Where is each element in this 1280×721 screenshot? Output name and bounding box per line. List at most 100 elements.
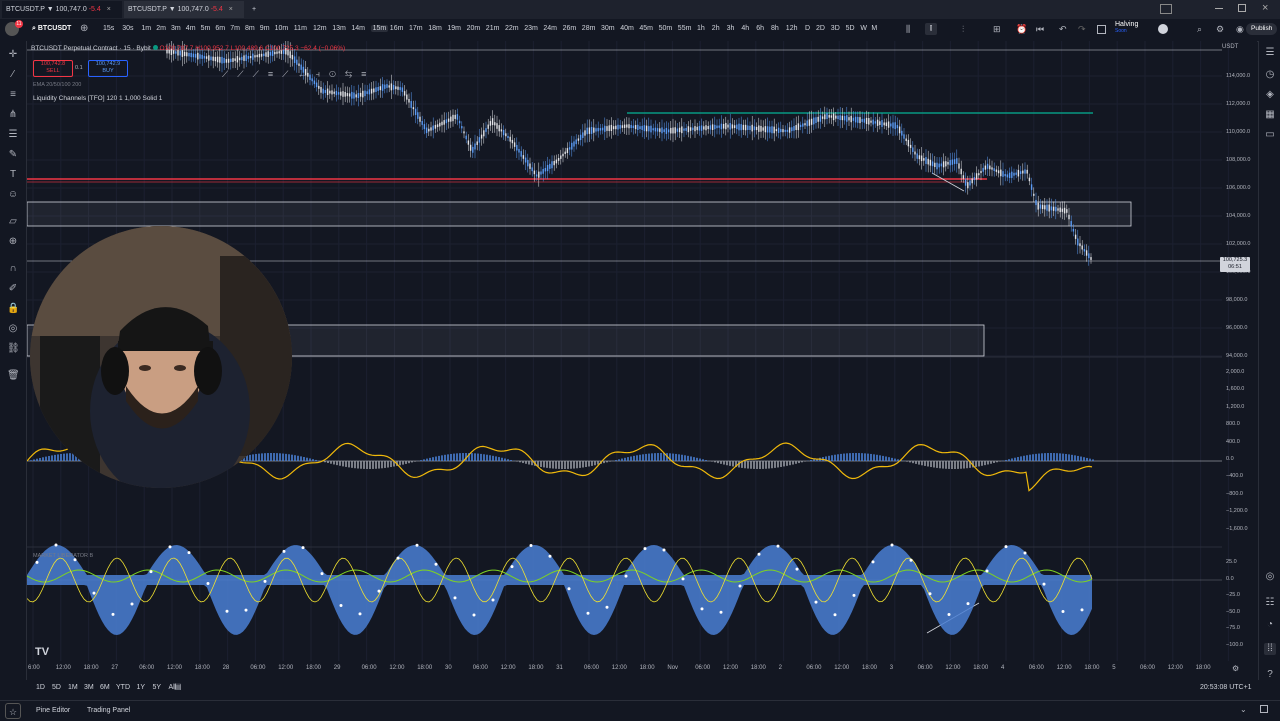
text-tool-icon[interactable]: T	[7, 169, 19, 181]
redo-icon[interactable]: ↷	[1078, 24, 1086, 35]
link-icon[interactable]: ⛓	[7, 343, 19, 355]
timeframe-20m[interactable]: 20m	[467, 25, 481, 32]
timeframe-9m[interactable]: 9m	[260, 25, 270, 32]
collapse-panel-icon[interactable]: ⌄	[1240, 705, 1247, 714]
timeframe-15m[interactable]: 15m	[371, 25, 389, 32]
timeframe-16m[interactable]: 16m	[390, 25, 404, 32]
ideas-icon[interactable]: ☷	[1264, 597, 1276, 609]
timeframe-3h[interactable]: 3h	[727, 25, 735, 32]
pattern-icon[interactable]: ☺	[7, 189, 19, 201]
timeframe-3m[interactable]: 3m	[171, 25, 181, 32]
halving-countdown[interactable]: Halving Soon	[1115, 21, 1138, 34]
maximize-panel-icon[interactable]	[1260, 705, 1268, 713]
timeframe-14m[interactable]: 14m	[351, 25, 365, 32]
tab-2-close-icon[interactable]: ×	[229, 6, 233, 13]
timeframe-D[interactable]: D	[805, 25, 810, 32]
indicators-icon[interactable]: ⫶	[962, 24, 964, 35]
timeframe-21m[interactable]: 21m	[486, 25, 500, 32]
window-cast-icon[interactable]	[1160, 4, 1172, 14]
timeframe-24m[interactable]: 24m	[543, 25, 557, 32]
trend-line-icon[interactable]: ⁄	[7, 69, 19, 81]
chat-icon[interactable]: ▭	[1264, 129, 1276, 141]
timeframe-7m[interactable]: 7m	[230, 25, 240, 32]
timeframe-50m[interactable]: 50m	[659, 25, 673, 32]
trash-icon[interactable]: 🗑	[7, 370, 19, 382]
candles-icon[interactable]: ⫾	[925, 23, 937, 35]
timeframe-19m[interactable]: 19m	[447, 25, 461, 32]
range-3M[interactable]: 3M	[84, 684, 94, 691]
fullscreen-icon[interactable]	[1097, 25, 1106, 34]
layers-icon[interactable]: ◈	[1264, 89, 1276, 101]
utc-clock[interactable]: 20:53:08 UTC+1	[1200, 684, 1252, 691]
timeframe-W[interactable]: W	[860, 25, 867, 32]
trading-panel-tab[interactable]: Trading Panel	[87, 707, 130, 714]
timeframe-55m[interactable]: 55m	[678, 25, 692, 32]
watchlist-star-icon[interactable]: ☆	[5, 703, 21, 719]
timeframe-22m[interactable]: 22m	[505, 25, 519, 32]
close-window-icon[interactable]: ×	[1262, 2, 1268, 14]
publish-button[interactable]: Publish	[1246, 23, 1277, 35]
timeframe-4h[interactable]: 4h	[741, 25, 749, 32]
range-5D[interactable]: 5D	[52, 684, 61, 691]
floating-drawing-toolbar[interactable]: ⟋⟋⟋≡⟋←⫞⊙⇆≡	[222, 69, 417, 85]
timeframe-1m[interactable]: 1m	[141, 25, 151, 32]
range-1D[interactable]: 1D	[36, 684, 45, 691]
timeframe-40m[interactable]: 40m	[620, 25, 634, 32]
undo-icon[interactable]: ↶	[1059, 24, 1067, 35]
timeframe-17m[interactable]: 17m	[409, 25, 423, 32]
axis-settings-gear-icon[interactable]: ⚙	[1232, 664, 1239, 673]
watchlist-icon[interactable]: ☰	[1264, 47, 1276, 59]
timeframe-2D[interactable]: 2D	[816, 25, 825, 32]
fib-retracement-icon[interactable]: ☰	[7, 129, 19, 141]
tab-1-close-icon[interactable]: ×	[107, 6, 111, 13]
notifications-icon[interactable]: ◔	[1264, 619, 1276, 631]
date-range-calendar-icon[interactable]: ▤	[174, 682, 182, 691]
range-5Y[interactable]: 5Y	[153, 684, 162, 691]
timeframe-M[interactable]: M	[871, 25, 877, 32]
apps-grid-icon[interactable]: ⁞⁞	[1264, 643, 1276, 655]
compare-symbol-icon[interactable]: ⊕	[80, 23, 88, 34]
theme-toggle-icon[interactable]	[1158, 24, 1168, 34]
range-1Y[interactable]: 1Y	[137, 684, 146, 691]
timeframe-23m[interactable]: 23m	[524, 25, 538, 32]
timeframe-2m[interactable]: 2m	[156, 25, 166, 32]
timeframe-8h[interactable]: 8h	[771, 25, 779, 32]
timeframe-11m[interactable]: 11m	[294, 25, 307, 32]
search-icon[interactable]: ⌕	[1197, 24, 1202, 35]
visibility-icon[interactable]: ◎	[7, 323, 19, 335]
horizontal-lines-icon[interactable]: ≡	[7, 89, 19, 101]
settings-gear-icon[interactable]: ⚙	[1216, 24, 1224, 35]
bar-style-icon[interactable]: ⫼	[906, 24, 910, 35]
timeframe-6h[interactable]: 6h	[756, 25, 764, 32]
timeframe-26m[interactable]: 26m	[563, 25, 577, 32]
zoom-in-icon[interactable]: ⊕	[7, 236, 19, 248]
timeframe-8m[interactable]: 8m	[245, 25, 255, 32]
brush-icon[interactable]: ✎	[7, 149, 19, 161]
timeframe-13m[interactable]: 13m	[332, 25, 346, 32]
maximize-icon[interactable]	[1238, 4, 1246, 12]
data-window-icon[interactable]: ▦	[1264, 109, 1276, 121]
timeframe-18m[interactable]: 18m	[428, 25, 442, 32]
range-1M[interactable]: 1M	[68, 684, 78, 691]
pine-editor-tab[interactable]: Pine Editor	[36, 707, 70, 714]
timeframe-6m[interactable]: 6m	[215, 25, 225, 32]
range-6M[interactable]: 6M	[100, 684, 110, 691]
lock-icon[interactable]: 🔒	[7, 303, 19, 315]
stay-drawing-icon[interactable]: ✐	[7, 283, 19, 295]
range-YTD[interactable]: YTD	[116, 684, 130, 691]
alert-icon[interactable]: ⏰	[1016, 24, 1027, 35]
minimize-icon[interactable]	[1215, 8, 1223, 9]
ruler-icon[interactable]: ▱	[7, 216, 19, 228]
camera-icon[interactable]: ◉	[1236, 24, 1244, 35]
replay-icon[interactable]: ⏮	[1036, 24, 1044, 35]
timeframe-12h[interactable]: 12h	[786, 25, 798, 32]
crosshair-icon[interactable]: ✛	[7, 49, 19, 61]
timeframe-4m[interactable]: 4m	[186, 25, 196, 32]
timeframe-15s[interactable]: 15s	[103, 25, 114, 32]
magnet-icon[interactable]: ∩	[7, 263, 19, 275]
buy-button[interactable]: 100,742.9 BUY	[88, 60, 128, 77]
price-axis-unit[interactable]: USDT	[1222, 44, 1254, 54]
timeframe-2h[interactable]: 2h	[712, 25, 720, 32]
timeframe-1h[interactable]: 1h	[697, 25, 705, 32]
timeframe-10m[interactable]: 10m	[275, 25, 289, 32]
